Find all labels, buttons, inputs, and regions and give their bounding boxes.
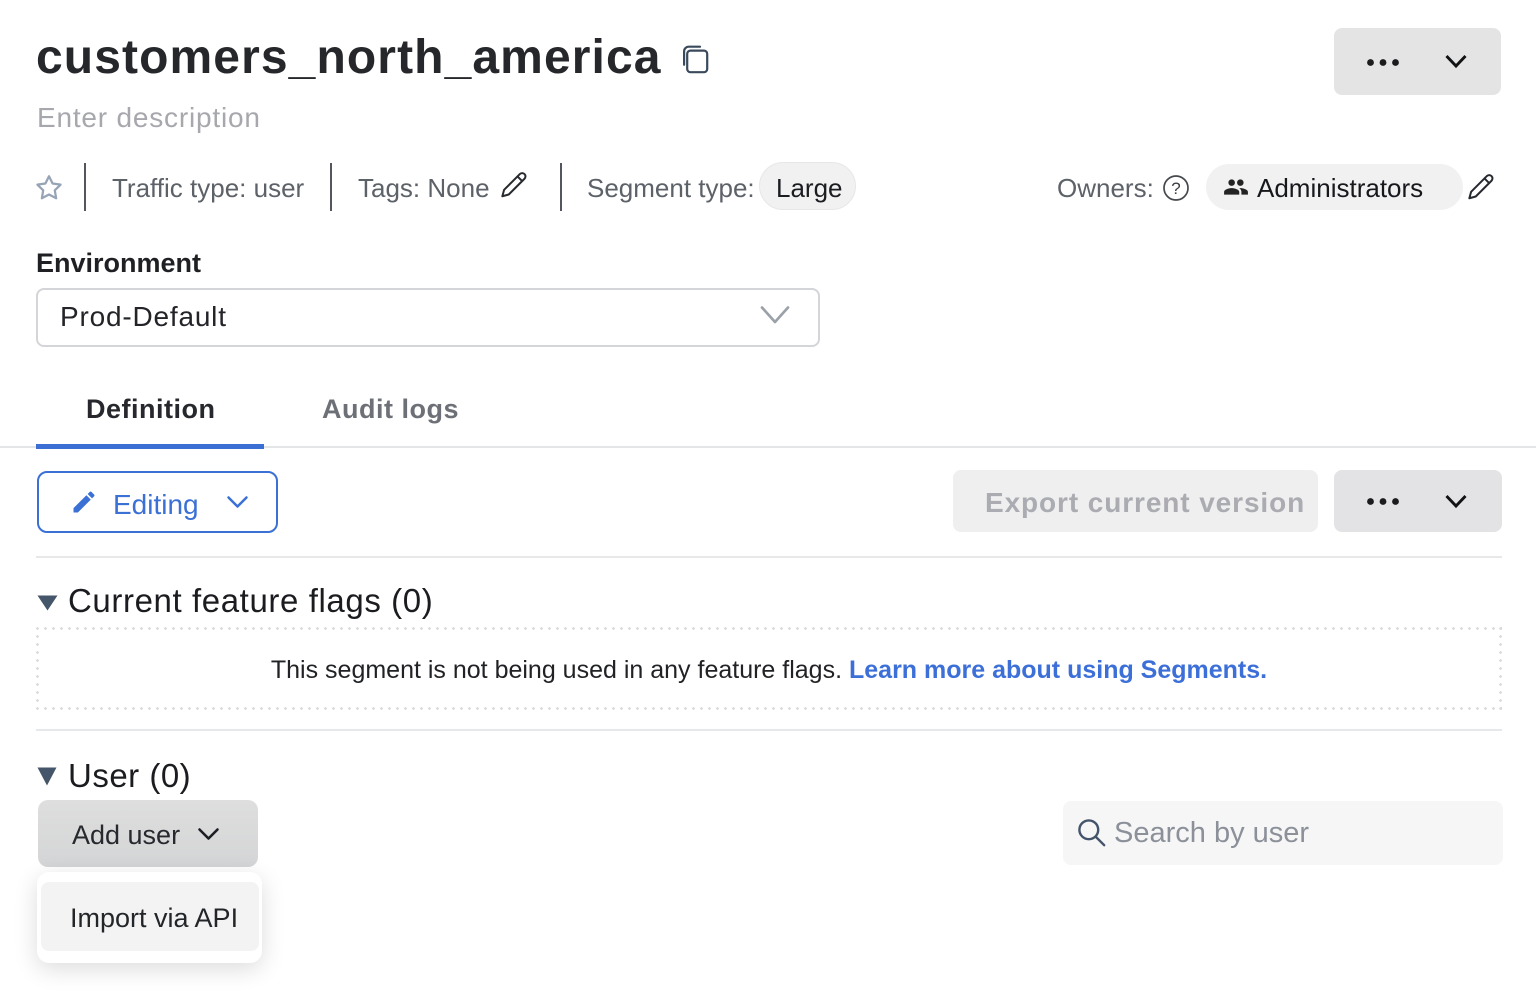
svg-text:?: ? — [1171, 179, 1180, 198]
